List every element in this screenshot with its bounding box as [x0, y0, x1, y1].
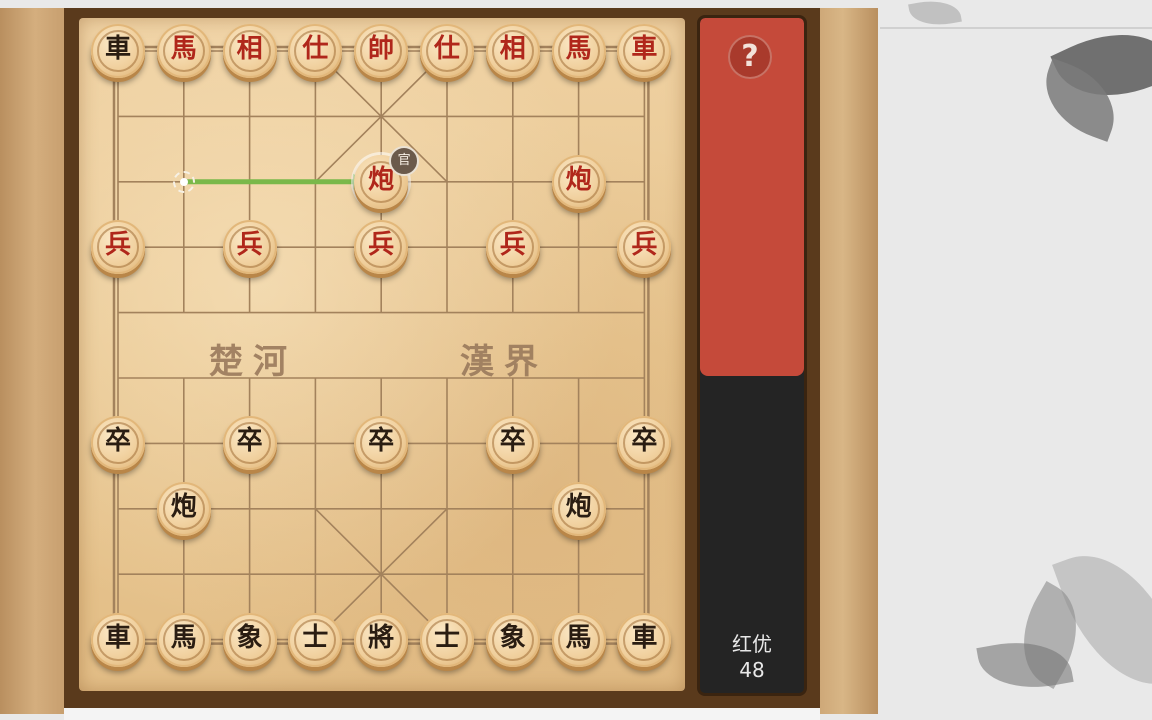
piece-character: 象	[499, 622, 526, 653]
board-grid	[112, 45, 650, 645]
river-label-left: 楚河	[209, 342, 297, 382]
piece-r-elephant-1[interactable]: 相	[222, 24, 277, 78]
piece-r-horse-1[interactable]: 馬	[156, 24, 211, 78]
piece-character: 馬	[565, 622, 592, 653]
piece-b-pawn-4[interactable]: 卒	[485, 416, 540, 471]
piece-character: 卒	[104, 426, 131, 457]
piece-r-horse-2[interactable]: 馬	[551, 24, 606, 78]
piece-b-cannon-2[interactable]: 炮	[551, 481, 606, 536]
piece-character: 馬	[170, 622, 197, 653]
piece-b-horse-1[interactable]: 馬	[156, 612, 211, 667]
piece-b-pawn-5[interactable]: 卒	[617, 416, 672, 471]
piece-r-advisor-1[interactable]: 仕	[288, 24, 343, 78]
bottom-strip	[64, 708, 820, 720]
move-origin-marker	[172, 170, 195, 193]
advantage-value: 48	[739, 658, 765, 682]
piece-b-chariot-1[interactable]: 車	[91, 612, 145, 667]
piece-b-horse-2[interactable]: 馬	[551, 612, 606, 667]
piece-r-chariot-2[interactable]: 車	[617, 24, 672, 78]
piece-character: 車	[104, 34, 131, 64]
piece-character: 兵	[631, 230, 658, 261]
help-button[interactable]: ?	[728, 35, 772, 79]
piece-b-pawn-2[interactable]: 卒	[222, 416, 277, 471]
piece-character: 仕	[433, 34, 460, 64]
piece-character: 相	[236, 34, 263, 64]
piece-b-elephant-1[interactable]: 象	[222, 612, 277, 667]
background-line	[880, 27, 1152, 29]
piece-character: 炮	[170, 491, 197, 522]
piece-r-elephant-2[interactable]: 相	[485, 24, 540, 78]
piece-r-soldier-2[interactable]: 兵	[222, 220, 277, 275]
piece-character: 相	[499, 34, 526, 64]
piece-character: 車	[631, 622, 658, 653]
piece-character: 卒	[368, 426, 395, 457]
piece-character: 士	[433, 622, 460, 653]
piece-r-chariot-1[interactable]: 車	[91, 24, 145, 78]
piece-b-chariot-2[interactable]: 車	[617, 612, 672, 667]
piece-character: 炮	[565, 164, 592, 195]
piece-character: 卒	[499, 426, 526, 457]
xiangqi-board[interactable]: 楚河 漢界 車馬相仕帥仕相馬車炮官炮兵兵兵兵兵卒卒卒卒卒炮炮車馬象士將士象馬車	[79, 18, 685, 691]
official-badge: 官	[389, 145, 420, 176]
piece-r-soldier-3[interactable]: 兵	[354, 220, 409, 275]
piece-character: 兵	[236, 230, 263, 261]
piece-b-cannon-1[interactable]: 炮	[156, 481, 211, 536]
piece-character: 將	[368, 622, 395, 653]
piece-b-pawn-3[interactable]: 卒	[354, 416, 409, 471]
advantage-label: 红优	[732, 632, 772, 656]
piece-b-elephant-2[interactable]: 象	[485, 612, 540, 667]
advantage-panel: ? 红优 48	[700, 18, 804, 693]
piece-character: 車	[104, 622, 131, 653]
piece-character: 象	[236, 622, 263, 653]
piece-character: 帥	[368, 34, 395, 64]
piece-character: 兵	[368, 230, 395, 261]
piece-character: 士	[302, 622, 329, 653]
piece-r-advisor-2[interactable]: 仕	[420, 24, 474, 78]
piece-b-general[interactable]: 將	[354, 612, 409, 667]
piece-b-advisor-2[interactable]: 士	[420, 612, 474, 667]
leaf-decoration	[908, 0, 962, 31]
piece-b-advisor-1[interactable]: 士	[288, 612, 343, 667]
piece-r-general[interactable]: 帥	[354, 24, 409, 78]
piece-character: 卒	[236, 426, 263, 457]
piece-r-soldier-4[interactable]: 兵	[485, 220, 540, 275]
piece-character: 馬	[170, 34, 197, 64]
piece-b-pawn-1[interactable]: 卒	[91, 416, 145, 471]
piece-character: 馬	[565, 34, 592, 64]
piece-character: 卒	[631, 426, 658, 457]
river-label-right: 漢界	[460, 342, 548, 382]
piece-character: 兵	[104, 230, 131, 261]
piece-r-soldier-5[interactable]: 兵	[617, 220, 672, 275]
piece-character: 車	[631, 34, 658, 64]
piece-character: 仕	[302, 34, 329, 64]
piece-character: 兵	[499, 230, 526, 261]
piece-character: 炮	[565, 491, 592, 522]
piece-r-cannon-2[interactable]: 炮	[551, 154, 606, 209]
piece-r-soldier-1[interactable]: 兵	[91, 220, 145, 275]
